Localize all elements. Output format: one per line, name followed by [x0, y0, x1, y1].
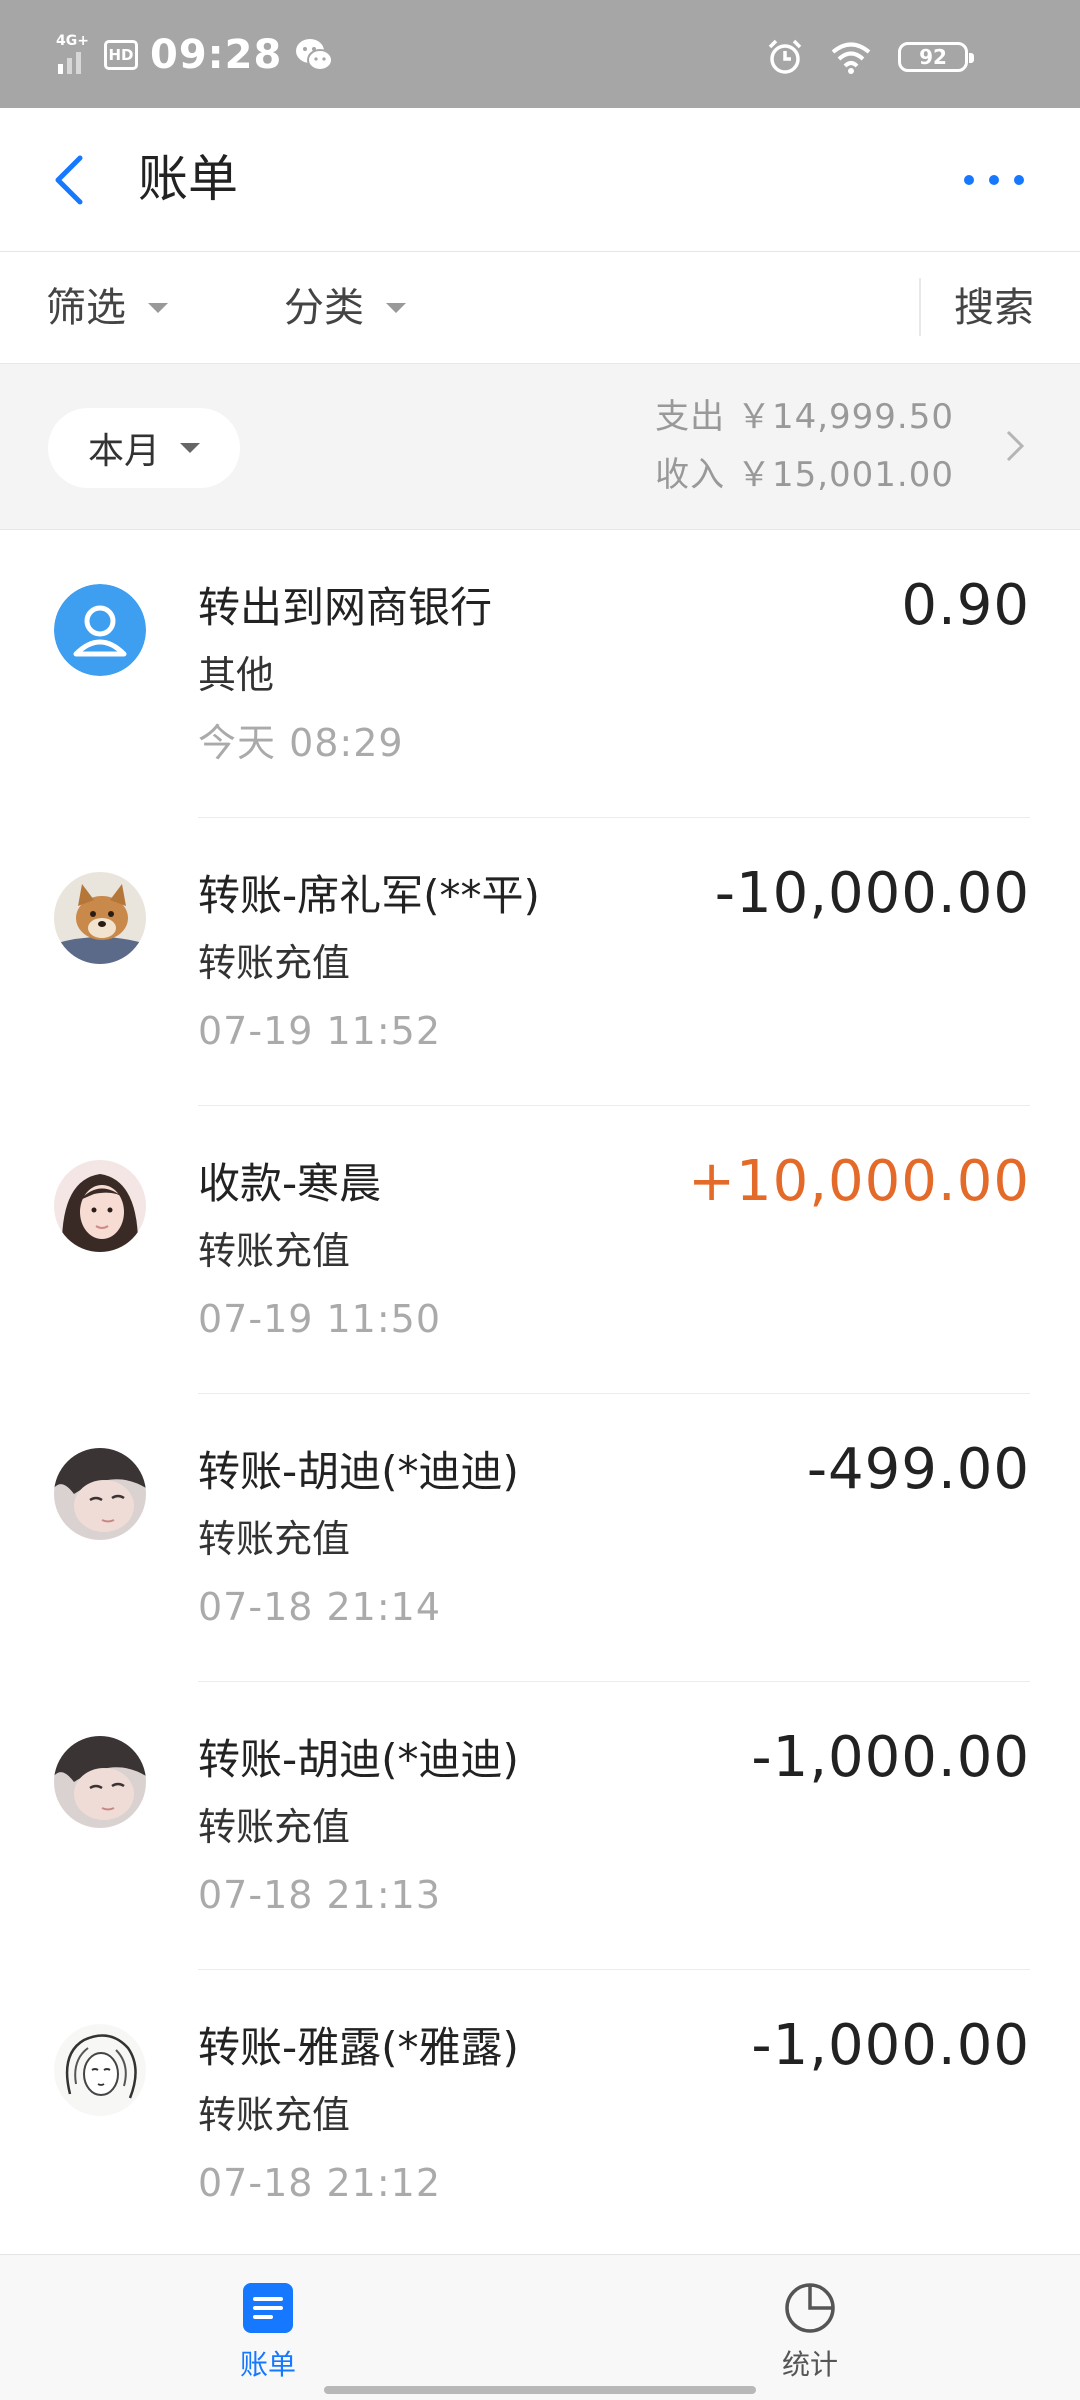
transaction-category: 转账充值	[198, 1805, 351, 1849]
user-avatar-icon	[54, 584, 146, 676]
transaction-title: 转出到网商银行	[198, 583, 493, 632]
search-button[interactable]: 搜索	[954, 280, 1034, 336]
filter-bar: 筛选 分类 搜索	[0, 252, 1080, 364]
page-title: 账单	[138, 150, 238, 208]
month-selector[interactable]: 本月	[48, 408, 240, 488]
transaction-time: 07-18 21:13	[198, 1873, 442, 1917]
transaction-amount: 0.90	[901, 573, 1030, 638]
transaction-list: 转出到网商银行 其他 今天 08:29 0.90 转账-席礼军(**平) 转账充…	[0, 530, 1080, 2258]
chevron-right-icon[interactable]	[1000, 426, 1028, 466]
tab-bill[interactable]: 账单	[198, 2281, 338, 2383]
bill-list-icon	[243, 2283, 293, 2333]
status-bar: 4G+ HD 09:28 92	[0, 0, 1080, 108]
transaction-amount: -1,000.00	[751, 1725, 1030, 1790]
category-label: 分类	[284, 285, 364, 331]
transaction-title: 转账-席礼军(**平)	[198, 871, 540, 920]
hd-icon: HD	[104, 40, 138, 70]
transaction-row[interactable]: 收款-寒晨 转账充值 07-19 11:50 +10,000.00	[0, 1106, 1080, 1394]
home-indicator[interactable]	[324, 2386, 756, 2394]
dog-avatar-image	[54, 872, 146, 964]
expense-total: 支出 ￥14,999.50	[655, 397, 954, 437]
status-time: 09:28	[150, 32, 283, 78]
face-avatar-image	[54, 1448, 146, 1540]
pie-chart-icon	[785, 2283, 835, 2333]
wechat-icon	[296, 39, 334, 71]
transaction-amount: +10,000.00	[688, 1149, 1030, 1214]
alarm-icon	[768, 39, 802, 74]
sketch-avatar-image	[54, 2024, 146, 2116]
transaction-time: 07-18 21:14	[198, 1585, 442, 1629]
transaction-amount: -10,000.00	[714, 861, 1030, 926]
income-total: 收入 ￥15,001.00	[655, 455, 954, 495]
wifi-icon	[831, 42, 871, 74]
network-type: 4G+	[56, 33, 89, 49]
transaction-category: 转账充值	[198, 941, 351, 985]
tab-bill-label: 账单	[239, 2348, 296, 2381]
nav-bar: 账单	[0, 108, 1080, 252]
more-dots-icon[interactable]	[964, 160, 1024, 200]
transaction-row[interactable]: 转账-雅露(*雅露) 转账充值 07-18 21:12 -1,000.00	[0, 1970, 1080, 2258]
caret-down-icon	[386, 303, 406, 313]
girl-avatar-image	[54, 1160, 146, 1252]
tab-stats[interactable]: 统计	[740, 2281, 880, 2383]
transaction-time: 今天 08:29	[198, 721, 404, 765]
transaction-amount: -1,000.00	[751, 2013, 1030, 2078]
battery-icon: 92	[898, 42, 974, 72]
transaction-time: 07-19 11:50	[198, 1297, 442, 1341]
signal-icon: 4G+	[56, 32, 92, 78]
transaction-title: 转账-胡迪(*迪迪)	[198, 1447, 519, 1496]
month-label: 本月	[87, 431, 160, 472]
chevron-left-icon[interactable]	[40, 148, 104, 212]
filter-label: 筛选	[46, 285, 126, 331]
transaction-title: 收款-寒晨	[198, 1159, 382, 1208]
transaction-row[interactable]: 转账-胡迪(*迪迪) 转账充值 07-18 21:13 -1,000.00	[0, 1682, 1080, 1970]
status-right: 92	[766, 38, 974, 76]
filter-dropdown[interactable]: 筛选	[46, 280, 168, 336]
transaction-amount: -499.00	[806, 1437, 1030, 1502]
summary-totals[interactable]: 支出 ￥14,999.50 收入 ￥15,001.00	[655, 388, 954, 504]
divider	[919, 278, 921, 336]
transaction-row[interactable]: 转出到网商银行 其他 今天 08:29 0.90	[0, 530, 1080, 818]
transaction-title: 转账-雅露(*雅露)	[198, 2023, 519, 2072]
transaction-row[interactable]: 转账-胡迪(*迪迪) 转账充值 07-18 21:14 -499.00	[0, 1394, 1080, 1682]
status-left: 4G+ HD 09:28	[56, 30, 334, 80]
face-avatar-image	[54, 1736, 146, 1828]
transaction-time: 07-18 21:12	[198, 2161, 442, 2205]
caret-down-icon	[148, 303, 168, 313]
transaction-title: 转账-胡迪(*迪迪)	[198, 1735, 519, 1784]
transaction-row[interactable]: 转账-席礼军(**平) 转账充值 07-19 11:52 -10,000.00	[0, 818, 1080, 1106]
month-summary: 本月 支出 ￥14,999.50 收入 ￥15,001.00	[0, 364, 1080, 530]
transaction-category: 其他	[198, 653, 275, 697]
tab-bar: 账单 统计	[0, 2254, 1080, 2400]
transaction-time: 07-19 11:52	[198, 1009, 442, 1053]
transaction-category: 转账充值	[198, 1517, 351, 1561]
transaction-category: 转账充值	[198, 2093, 351, 2137]
tab-stats-label: 统计	[781, 2348, 838, 2381]
transaction-category: 转账充值	[198, 1229, 351, 1273]
caret-down-icon	[180, 443, 200, 453]
category-dropdown[interactable]: 分类	[284, 280, 406, 336]
